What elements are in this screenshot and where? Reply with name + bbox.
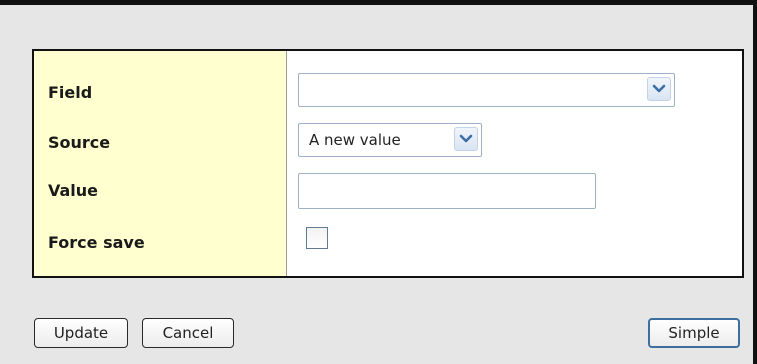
force-save-checkbox[interactable] [306,227,328,249]
value-input[interactable] [298,173,596,209]
chevron-down-icon [459,134,473,143]
chevron-down-icon [652,84,666,93]
value-label: Value [48,181,99,200]
field-select[interactable] [298,73,675,107]
label-column: Field Source Value Force save [34,51,287,276]
dialog: Field Source Value Force save A new valu… [0,0,757,364]
source-select[interactable]: A new value [298,123,482,157]
field-select-dropdown-button[interactable] [647,77,671,101]
field-label: Field [48,83,93,102]
update-button[interactable]: Update [34,318,128,348]
source-select-dropdown-button[interactable] [454,127,478,151]
form-panel: Field Source Value Force save A new valu… [32,49,744,278]
simple-button[interactable]: Simple [648,318,740,348]
source-label: Source [48,133,111,152]
force-save-label: Force save [48,233,145,252]
source-select-value: A new value [309,131,401,149]
cancel-button[interactable]: Cancel [142,318,234,348]
control-column: A new value [287,51,742,276]
